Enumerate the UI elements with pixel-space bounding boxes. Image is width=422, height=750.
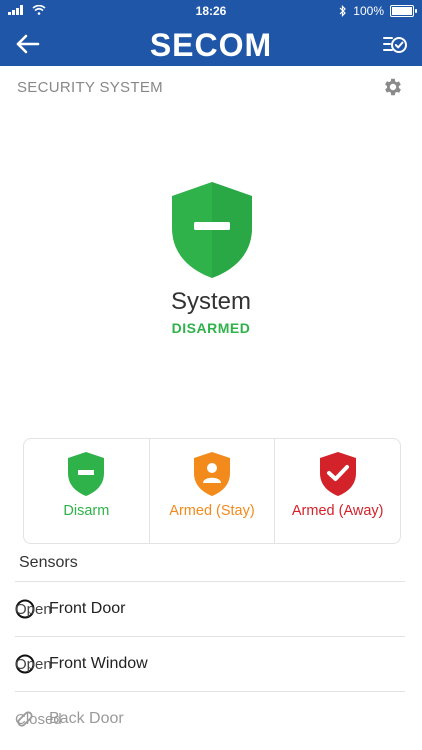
battery-percent: 100% [353, 4, 384, 18]
shield-minus-icon [68, 452, 105, 496]
sensor-status: Closed [15, 711, 62, 728]
armed-stay-button[interactable]: Armed (Stay) [148, 439, 275, 543]
shield-check-icon [319, 452, 356, 496]
system-state: DISARMED [171, 320, 251, 336]
system-title: System [170, 288, 251, 315]
mode-selector: Disarm Armed (Stay) Armed (Away) [23, 438, 401, 544]
checklist-icon[interactable] [382, 32, 408, 56]
disarm-button[interactable]: Disarm [24, 439, 149, 543]
armed-away-button[interactable]: Armed (Away) [274, 439, 400, 543]
section-bar: SECURITY SYSTEM [0, 66, 422, 108]
status-bar: 18:26 100% [0, 0, 422, 22]
status-right: 100% [339, 4, 417, 18]
gear-icon[interactable] [382, 76, 404, 98]
sensor-row-back-door[interactable]: Back Door Closed [15, 691, 405, 746]
disarm-label: Disarm [63, 503, 110, 519]
shield-minus-icon [172, 182, 252, 278]
secom-logo: SECOM [149, 27, 273, 63]
shield-person-icon [194, 452, 230, 496]
sensors-heading: Sensors [19, 554, 78, 571]
armed-stay-label: Armed (Stay) [169, 503, 255, 519]
sensor-list: Front Door Open Front Window Open Back D… [15, 581, 405, 746]
app-header: 18:26 100% SECOM [0, 0, 422, 66]
bluetooth-icon [339, 5, 347, 17]
sensor-row-front-window[interactable]: Front Window Open [15, 636, 405, 691]
sensor-status: Open [15, 601, 52, 618]
sensor-row-front-door[interactable]: Front Door Open [15, 581, 405, 636]
section-title: SECURITY SYSTEM [17, 79, 163, 96]
armed-away-label: Armed (Away) [291, 503, 384, 519]
navbar: SECOM [0, 22, 422, 66]
battery-icon [390, 5, 417, 17]
sensor-status: Open [15, 656, 52, 673]
